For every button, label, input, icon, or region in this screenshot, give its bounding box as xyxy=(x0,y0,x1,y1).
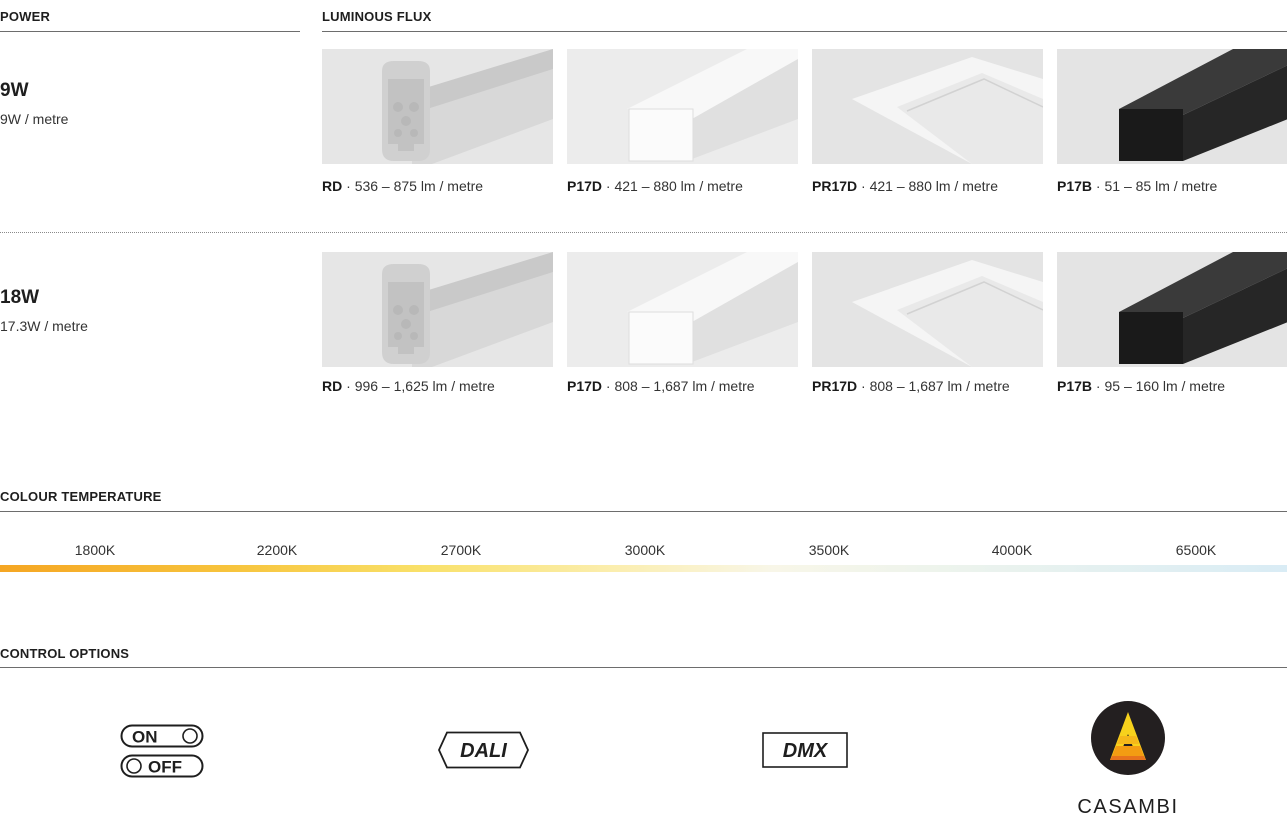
dmx-label: DMX xyxy=(783,740,829,762)
temp-4000k: 4000K xyxy=(991,542,1033,558)
temp-6500k: 6500K xyxy=(1175,542,1217,558)
caption-9w-p17d: P17D · 421 – 880 lm / metre xyxy=(567,178,743,194)
product-code: RD xyxy=(322,178,343,194)
colour-header-rule xyxy=(0,511,1287,512)
temperature-labels: 1800K 2200K 2700K 3000K 3500K 4000K 6500… xyxy=(0,542,1287,562)
control-header-rule xyxy=(0,667,1287,668)
caption-9w-p17b: P17B · 51 – 85 lm / metre xyxy=(1057,178,1218,194)
dali-icon: DALI xyxy=(437,731,530,769)
product-code: RD xyxy=(322,378,343,394)
row-9w-power: 9W xyxy=(0,80,29,101)
temp-2200k: 2200K xyxy=(256,542,298,558)
caption-9w-rd: RD · 536 – 875 lm / metre xyxy=(322,178,484,194)
product-code: P17B xyxy=(1057,378,1093,394)
caption-9w-pr17d: PR17D · 421 – 880 lm / metre xyxy=(812,178,998,194)
flux-value: 95 – 160 lm / metre xyxy=(1104,378,1226,394)
p17b-profile-image xyxy=(1057,252,1287,367)
caption-18w-p17d: P17D · 808 – 1,687 lm / metre xyxy=(567,378,755,394)
casambi-logo: CASAMBI xyxy=(1068,700,1196,817)
flux-value: 51 – 85 lm / metre xyxy=(1104,178,1218,194)
flux-value: 536 – 875 lm / metre xyxy=(354,178,484,194)
on-off-icon: ON OFF xyxy=(120,724,204,780)
control-options-header: CONTROL OPTIONS xyxy=(0,646,130,661)
dali-label: DALI xyxy=(460,740,507,762)
row-separator xyxy=(0,232,1287,233)
temp-1800k: 1800K xyxy=(74,542,116,558)
temp-3500k: 3500K xyxy=(808,542,850,558)
off-label: OFF xyxy=(148,758,182,777)
colour-temperature-gradient xyxy=(0,565,1287,572)
product-code: PR17D xyxy=(812,178,858,194)
temp-3000k: 3000K xyxy=(624,542,666,558)
flux-value: 421 – 880 lm / metre xyxy=(614,178,743,194)
pr17d-profile-image xyxy=(812,252,1043,367)
flux-value: 421 – 880 lm / metre xyxy=(869,178,998,194)
flux-value: 808 – 1,687 lm / metre xyxy=(614,378,755,394)
power-header: POWER xyxy=(0,9,51,24)
row-18w-power-per-metre: 17.3W / metre xyxy=(0,318,88,334)
flux-value: 996 – 1,625 lm / metre xyxy=(354,378,495,394)
caption-18w-rd: RD · 996 – 1,625 lm / metre xyxy=(322,378,495,394)
product-code: P17D xyxy=(567,178,603,194)
caption-18w-p17b: P17B · 95 – 160 lm / metre xyxy=(1057,378,1226,394)
luminous-flux-header: LUMINOUS FLUX xyxy=(322,9,432,24)
temp-2700k: 2700K xyxy=(440,542,482,558)
on-label: ON xyxy=(132,728,158,747)
casambi-wordmark: CASAMBI xyxy=(1077,796,1178,817)
flux-value: 808 – 1,687 lm / metre xyxy=(869,378,1010,394)
rd-profile-image xyxy=(322,49,553,164)
row-18w-power: 18W xyxy=(0,287,40,308)
p17d-profile-image xyxy=(567,49,798,164)
p17b-profile-image xyxy=(1057,49,1287,164)
row-9w-power-per-metre: 9W / metre xyxy=(0,111,69,127)
dmx-icon: DMX xyxy=(762,732,848,768)
p17d-profile-image xyxy=(567,252,798,367)
caption-18w-pr17d: PR17D · 808 – 1,687 lm / metre xyxy=(812,378,1010,394)
flux-header-rule xyxy=(322,31,1287,32)
pr17d-profile-image xyxy=(812,49,1043,164)
product-code: P17B xyxy=(1057,178,1093,194)
rd-profile-image xyxy=(322,252,553,367)
product-code: PR17D xyxy=(812,378,858,394)
colour-temperature-header: COLOUR TEMPERATURE xyxy=(0,489,162,504)
power-header-rule xyxy=(0,31,300,32)
product-code: P17D xyxy=(567,378,603,394)
